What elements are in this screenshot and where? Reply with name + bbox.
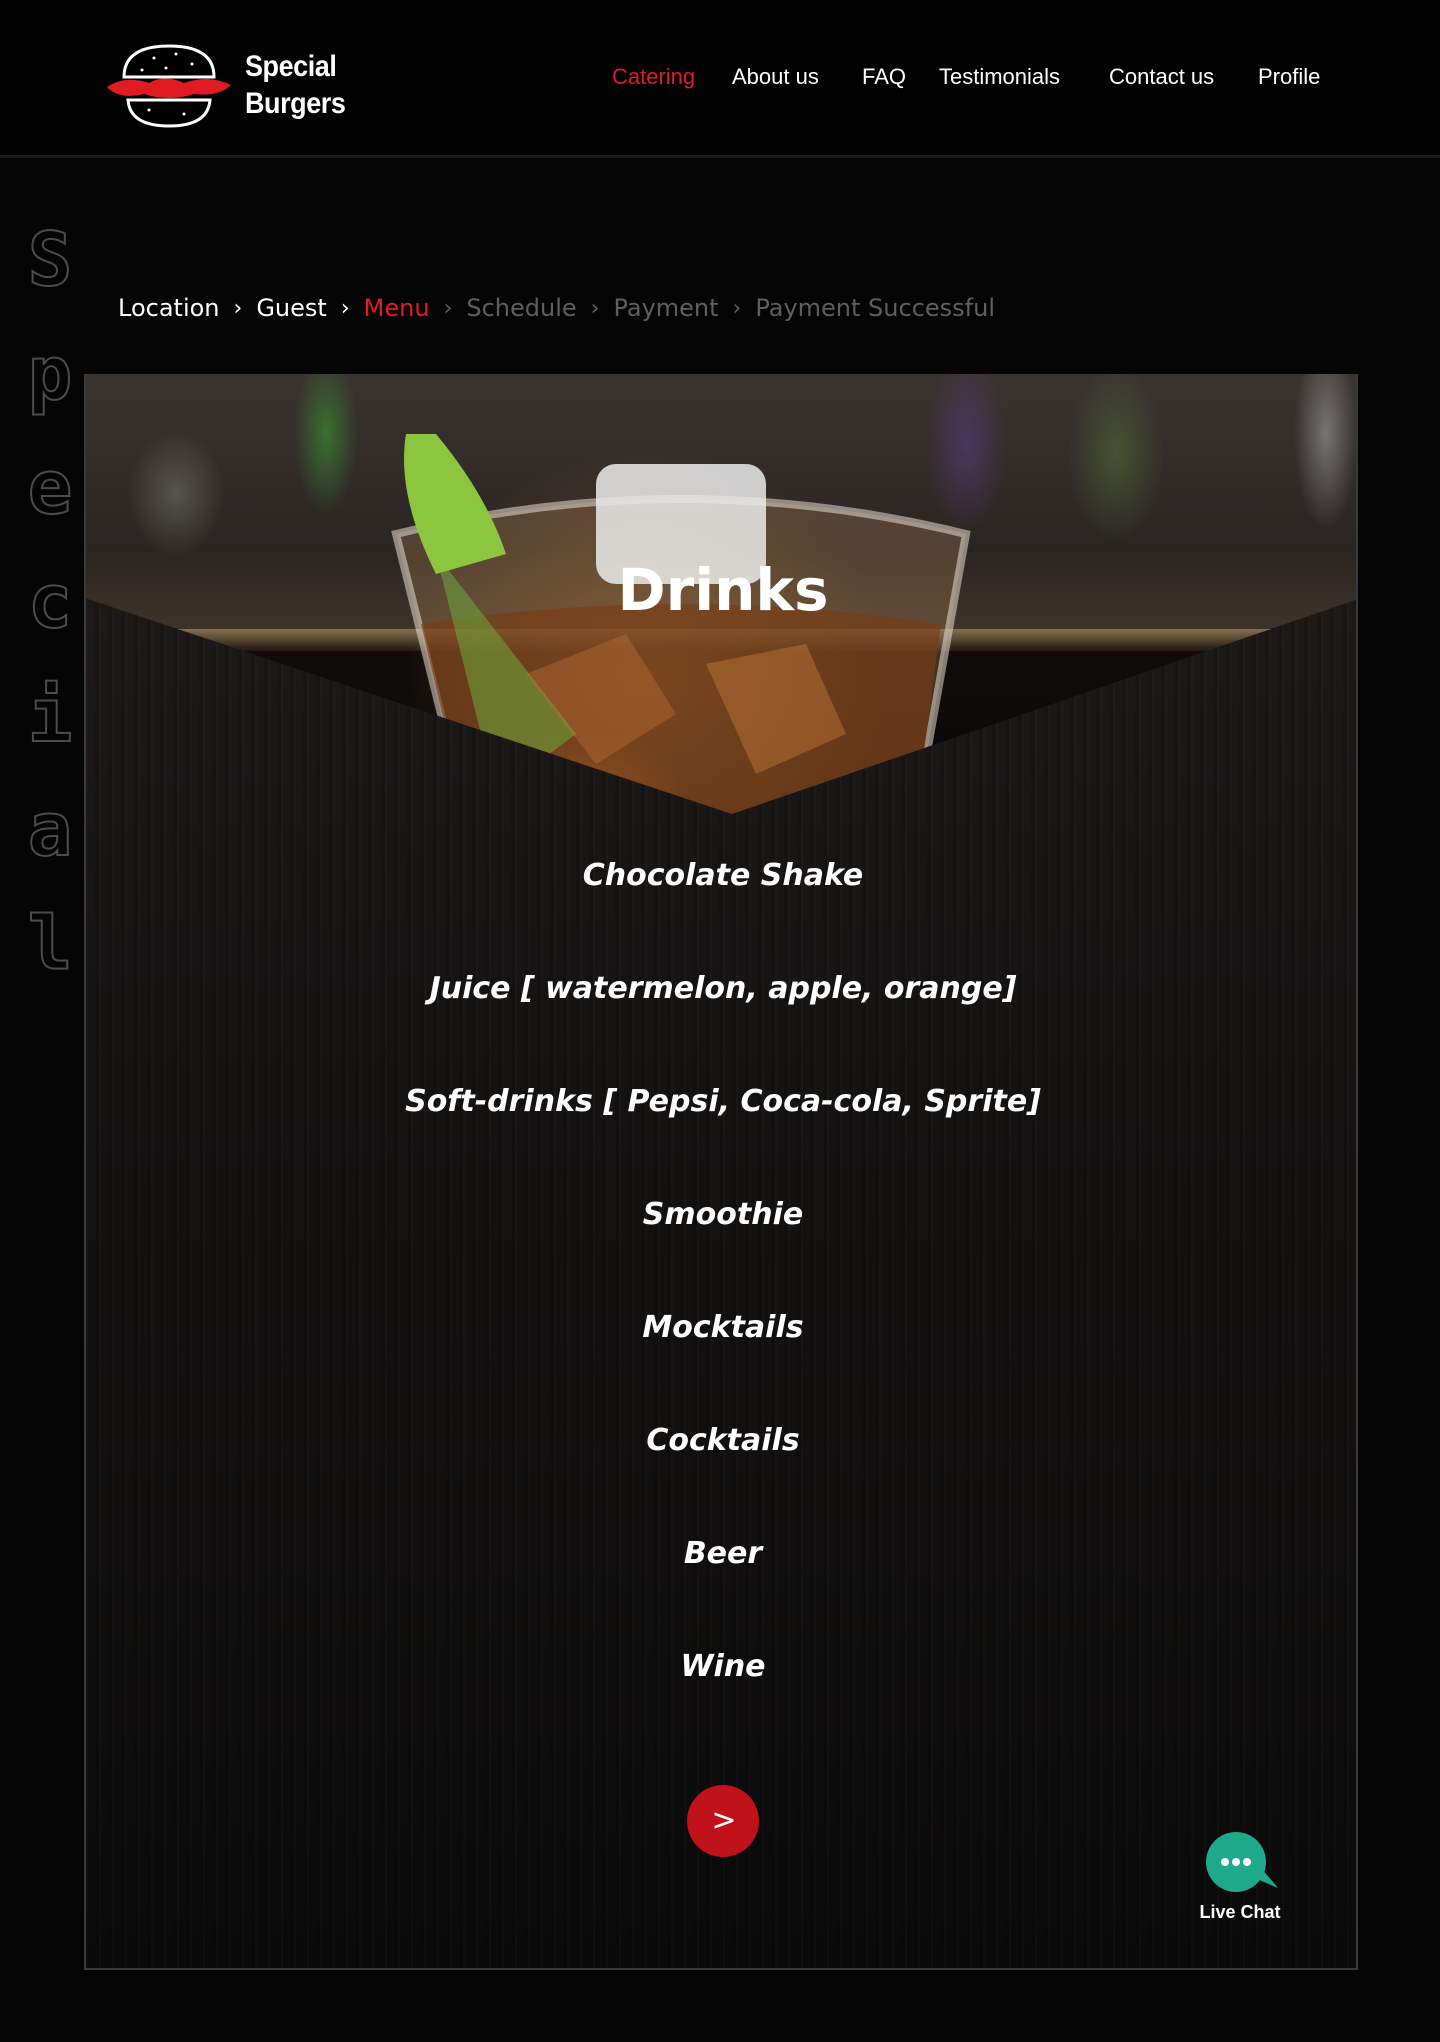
drink-item-wine[interactable]: Wine <box>86 1645 1356 1758</box>
drink-item-soft-drinks[interactable]: Soft-drinks [ Pepsi, Coca-cola, Sprite] <box>86 1080 1356 1193</box>
drinks-hero-image: Drinks <box>86 374 1356 814</box>
step-menu[interactable]: Menu <box>364 294 430 322</box>
chat-bubble-icon <box>1206 1832 1278 1892</box>
nav-catering[interactable]: Catering <box>612 64 695 90</box>
side-letter: e <box>27 444 74 532</box>
drink-item-mocktails[interactable]: Mocktails <box>86 1306 1356 1419</box>
side-letter: S <box>27 216 74 304</box>
drinks-menu-card: Drinks Chocolate Shake Juice [ watermelo… <box>84 374 1358 1970</box>
live-chat-widget[interactable]: Live Chat <box>1190 1832 1290 1932</box>
step-payment-successful: Payment Successful <box>755 294 995 322</box>
booking-steps-breadcrumb: Location › Guest › Menu › Schedule › Pay… <box>118 290 995 326</box>
drink-item-beer[interactable]: Beer <box>86 1532 1356 1645</box>
main-nav: Catering About us FAQ Testimonials Conta… <box>0 64 1440 94</box>
side-letter: a <box>27 786 74 874</box>
side-letter: l <box>27 900 74 988</box>
chevron-right-icon: > <box>711 1803 737 1838</box>
nav-contact-us[interactable]: Contact us <box>1109 64 1214 90</box>
side-letter: p <box>27 330 74 418</box>
side-decorative-word: S p e c i a l <box>20 210 80 1008</box>
chevron-right-icon: › <box>340 295 350 321</box>
chevron-right-icon: › <box>233 295 243 321</box>
chevron-right-icon: › <box>443 295 453 321</box>
drink-item-juice[interactable]: Juice [ watermelon, apple, orange] <box>86 967 1356 1080</box>
next-step-button[interactable]: > <box>687 1785 759 1857</box>
drink-list: Chocolate Shake Juice [ watermelon, appl… <box>86 854 1356 1758</box>
nav-testimonials[interactable]: Testimonials <box>939 64 1060 90</box>
cocktail-glass-icon <box>391 434 971 814</box>
drink-item-cocktails[interactable]: Cocktails <box>86 1419 1356 1532</box>
site-header: Special Burgers Catering About us FAQ Te… <box>0 0 1440 158</box>
drink-item-chocolate-shake[interactable]: Chocolate Shake <box>86 854 1356 967</box>
step-location[interactable]: Location <box>118 294 220 322</box>
live-chat-label: Live Chat <box>1199 1902 1281 1922</box>
nav-about-us[interactable]: About us <box>732 64 819 90</box>
step-schedule: Schedule <box>466 294 577 322</box>
side-letter: i <box>27 672 74 760</box>
nav-faq[interactable]: FAQ <box>862 64 906 90</box>
step-payment: Payment <box>613 294 719 322</box>
nav-profile[interactable]: Profile <box>1258 64 1320 90</box>
side-letter: c <box>27 558 74 646</box>
chevron-right-icon: › <box>732 295 742 321</box>
step-guest[interactable]: Guest <box>256 294 327 322</box>
section-title: Drinks <box>617 556 829 624</box>
chevron-right-icon: › <box>590 295 600 321</box>
drink-item-smoothie[interactable]: Smoothie <box>86 1193 1356 1306</box>
